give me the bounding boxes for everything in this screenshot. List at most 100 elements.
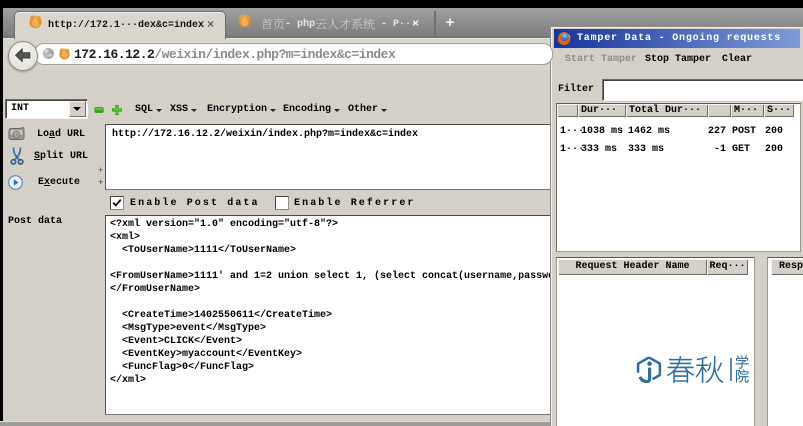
cjk-char [339,18,351,30]
enable-referrer-checkbox[interactable] [275,196,289,210]
hackbar-grow-button[interactable] [112,105,122,115]
hackbar-menu-sql[interactable]: SQL [135,102,162,116]
execute-button[interactable] [8,175,23,190]
menu-start-tamper[interactable]: Start Tamper [565,54,637,65]
enable-referrer-label[interactable]: Enable Referrer [294,198,416,209]
post-data-label: Post data [8,216,62,227]
execute-label[interactable]: Execute [38,177,80,188]
preset-value: INT [11,103,29,114]
enable-post-data-label[interactable]: Enable Post data [130,198,260,209]
watermark-divider [730,358,732,381]
menu-clear[interactable]: Clear [722,54,752,65]
execute-icon [8,175,23,190]
watermark-suffix-glyph [735,355,749,369]
shrink-icon [94,107,104,113]
tab-favicon [28,14,43,29]
tab-favicon [237,13,252,28]
url-text: 172.16.12.2/weixin/index.php?m=index&c=i… [74,47,395,62]
status-bar [0,421,554,426]
hackbar-preset-select[interactable]: INT [5,99,88,119]
chevron-down-icon [73,107,81,111]
cjk-char [735,369,749,383]
chevron-down-icon [381,109,387,112]
new-tab-button[interactable]: + [439,12,461,34]
back-button[interactable] [8,41,38,71]
chevron-down-icon [191,109,197,112]
hackbar-menu-label: Other [348,104,378,115]
requests-column-header[interactable]: Total Dur··· [626,104,708,117]
request-row[interactable]: 1··· 333 ms 333 ms -1 GET 200 [557,141,800,159]
cell-size: 227 [685,123,726,141]
request-headers-pane: Request Header Name Req··· [556,257,755,426]
watermark-brand-glyph [695,355,724,384]
ichunqiu-hexagon-icon [636,356,662,383]
filter-label: Filter [558,84,594,95]
requests-column-header[interactable]: Dur··· [578,104,626,117]
request-header-value-column[interactable]: Req··· [707,259,748,275]
checkmark-icon [112,198,122,208]
globe-icon [42,47,55,60]
tab-inactive[interactable]: - php - P··· × [228,11,436,38]
combo-dropdown-button[interactable] [69,101,86,117]
cjk-char [695,355,724,384]
window-title: Tamper Data - Ongoing requests [577,33,781,44]
tab-close-icon[interactable]: × [207,18,214,32]
hackbar-url-textarea[interactable]: http://172.16.12.2/weixin/index.php?m=in… [105,124,554,190]
cell-method: POST [732,123,756,141]
hackbar-menu-encryption[interactable]: Encryption [207,102,276,116]
tab-title: http://172.1···dex&c=index [48,20,204,31]
tab-close-icon[interactable]: × [412,17,419,31]
cjk-char [273,18,285,30]
hackbar-url-value: http://172.16.12.2/weixin/index.php?m=in… [112,128,553,141]
cjk-char [351,18,363,30]
cjk-char [666,355,695,384]
cell-status: 200 [765,123,783,141]
cjk-char [261,18,273,30]
hackbar-menu-label: XSS [170,104,188,115]
site-identity-icon[interactable] [42,47,55,60]
load-url-label[interactable]: Load URL [37,129,85,140]
page-favicon [58,47,71,60]
hackbar-menu-label: Encryption [207,104,267,115]
splitter-grippy-icon[interactable]: + [98,178,103,188]
cjk-char [327,18,339,30]
request-header-name-column[interactable]: Request Header Name [558,259,707,275]
hackbar-menu-xss[interactable]: XSS [170,102,197,116]
chevron-down-icon [334,109,340,112]
requests-column-header[interactable]: M··· [731,104,764,117]
request-row[interactable]: 1··· 1038 ms 1462 ms 227 POST 200 [557,123,800,141]
load-url-icon [8,126,26,141]
response-headers-pane: Resp [767,257,803,426]
tamper-title-bar[interactable]: Tamper Data - Ongoing requests [554,29,800,48]
requests-column-header[interactable] [708,104,731,117]
requests-column-header[interactable] [557,104,578,117]
response-header-name-column[interactable]: Resp [771,259,803,275]
post-data-value: <?xml version="1.0" encoding="utf-8"?> <… [110,218,553,387]
hackbar-shrink-button[interactable] [94,107,104,113]
splitter-grippy-icon[interactable]: + [98,166,103,176]
split-url-scissors-icon [10,147,24,166]
tab-title: - php - P··· [261,18,417,30]
cjk-char [363,18,375,30]
hackbar-menu-label: SQL [135,104,153,115]
post-data-textarea[interactable]: <?xml version="1.0" encoding="utf-8"?> <… [105,215,554,415]
split-url-button[interactable] [10,147,24,166]
enable-post-data-checkbox[interactable] [110,196,124,210]
tab-active[interactable]: http://172.1···dex&c=index × [14,11,226,39]
cell-total_duration: 333 ms [628,141,664,159]
chevron-down-icon [156,109,162,112]
filter-input[interactable] [602,79,803,101]
watermark-suffix-glyph [735,369,749,383]
ichunqiu-watermark [636,355,754,384]
url-bar[interactable]: 172.16.12.2/weixin/index.php?m=index&c=i… [34,43,553,65]
chevron-down-icon [270,109,276,112]
cell-status: 200 [765,141,783,159]
hackbar-menu-other[interactable]: Other [348,102,387,116]
cell-total_duration: 1462 ms [628,123,670,141]
hackbar-menu-encoding[interactable]: Encoding [283,102,340,116]
split-url-label[interactable]: Split URL [34,151,88,162]
requests-column-header[interactable]: S··· [764,104,794,117]
menu-stop-tamper[interactable]: Stop Tamper [645,54,711,65]
load-url-button[interactable] [8,126,26,141]
cjk-char [735,355,749,369]
